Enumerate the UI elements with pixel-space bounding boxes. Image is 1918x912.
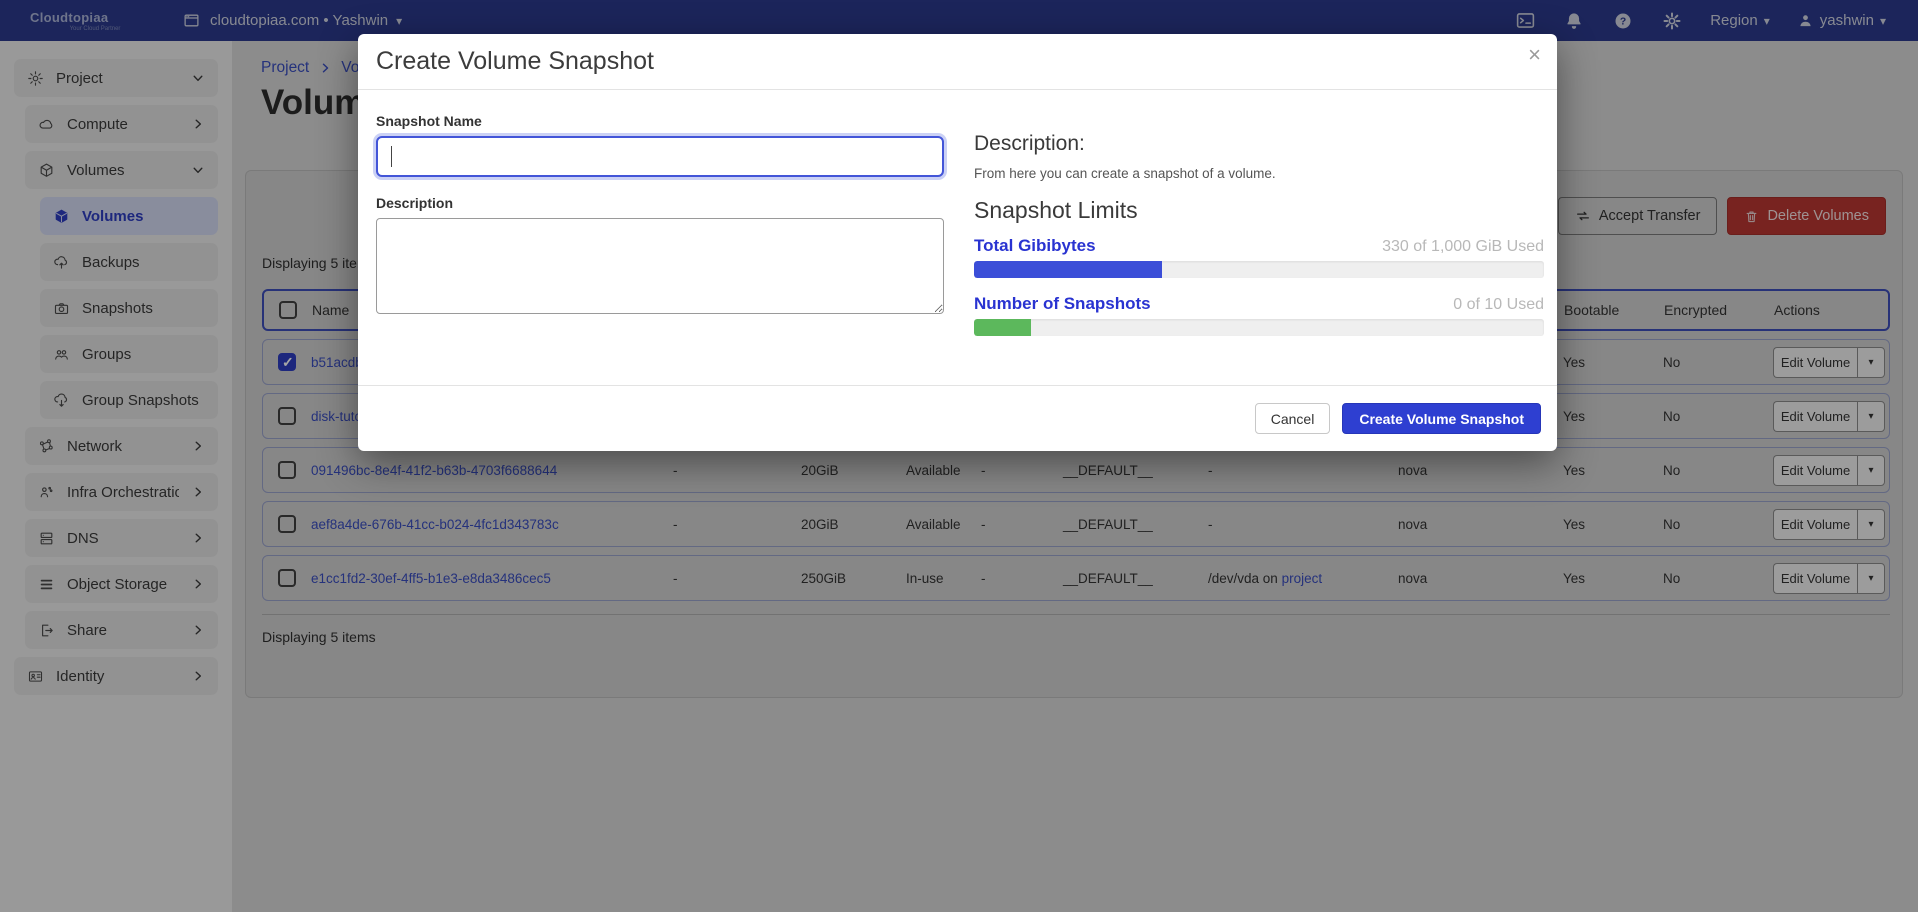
snapshots-progress-bar: [974, 319, 1544, 336]
snapshot-form: Snapshot Name Description: [376, 113, 944, 319]
info-body-text: From here you can create a snapshot of a…: [974, 166, 1544, 181]
create-volume-snapshot-modal: Create Volume Snapshot × Snapshot Name D…: [358, 34, 1557, 451]
snapshot-name-label: Snapshot Name: [376, 113, 944, 129]
modal-footer: Cancel Create Volume Snapshot: [358, 385, 1557, 451]
number-of-snapshots-label: Number of Snapshots: [974, 294, 1151, 314]
total-gibibytes-label: Total Gibibytes: [974, 236, 1096, 256]
modal-info-panel: Description: From here you can create a …: [974, 132, 1544, 336]
gibibytes-progress-bar: [974, 261, 1544, 278]
snapshots-usage-text: 0 of 10 Used: [1453, 296, 1544, 314]
modal-body: Snapshot Name Description Description: F…: [358, 90, 1557, 385]
modal-title: Create Volume Snapshot: [376, 47, 654, 76]
description-textarea[interactable]: [376, 218, 944, 314]
description-label: Description: [376, 195, 944, 211]
snapshot-limits-heading: Snapshot Limits: [974, 197, 1544, 224]
snapshots-progress-fill: [974, 319, 1031, 336]
gibibytes-progress-fill: [974, 261, 1162, 278]
close-icon[interactable]: ×: [1528, 42, 1541, 68]
cancel-button[interactable]: Cancel: [1255, 403, 1331, 434]
snapshot-name-input[interactable]: [376, 136, 944, 177]
gibibytes-usage-text: 330 of 1,000 GiB Used: [1382, 238, 1544, 256]
info-heading: Description:: [974, 132, 1544, 156]
create-volume-snapshot-button[interactable]: Create Volume Snapshot: [1342, 403, 1541, 434]
text-cursor: [391, 146, 392, 167]
modal-header: Create Volume Snapshot ×: [358, 34, 1557, 90]
